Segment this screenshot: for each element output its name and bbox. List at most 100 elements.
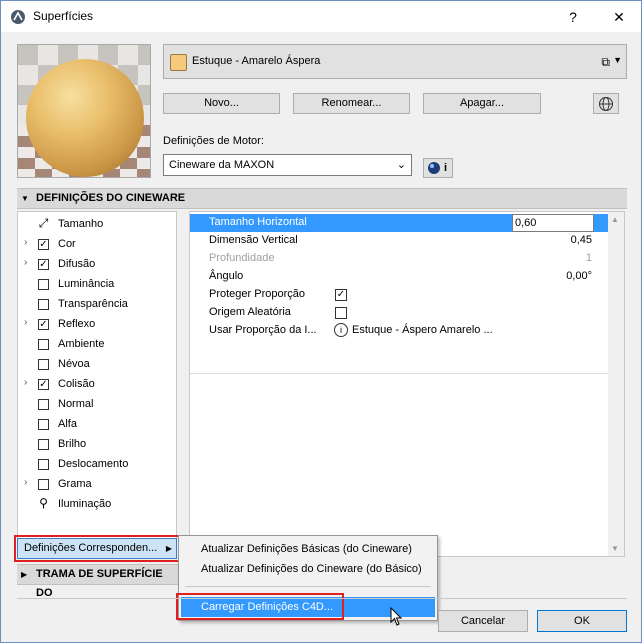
- surface-search-icon[interactable]: ⧉: [601, 55, 610, 70]
- title-bar: Superfícies ? ✕: [1, 1, 641, 32]
- channel-item[interactable]: › Grama: [18, 474, 176, 494]
- prop-label: Tamanho Horizontal: [209, 216, 307, 228]
- channel-checkbox[interactable]: [38, 299, 49, 310]
- channel-checkbox[interactable]: [38, 419, 49, 430]
- close-button[interactable]: ✕: [599, 4, 639, 30]
- channel-item[interactable]: Névoa: [18, 354, 176, 374]
- prop-value[interactable]: 0,00°: [566, 270, 592, 282]
- channel-label: Brilho: [58, 438, 87, 450]
- channel-checkbox[interactable]: [38, 439, 49, 450]
- channel-checkbox[interactable]: [38, 339, 49, 350]
- channel-checkbox[interactable]: [38, 479, 49, 490]
- channel-label: Deslocamento: [58, 458, 129, 470]
- channel-item[interactable]: › ✓ Difusão: [18, 254, 176, 274]
- properties-panel: Tamanho Horizontal 0,60 Dimensão Vertica…: [189, 211, 625, 557]
- help-button[interactable]: ?: [553, 4, 593, 30]
- prop-row-use-ratio[interactable]: Usar Proporção da I... i Estuque - Ásper…: [190, 322, 610, 340]
- delete-button[interactable]: Apagar...: [423, 93, 541, 114]
- engine-info-button[interactable]: i: [423, 158, 453, 178]
- channel-item[interactable]: Ambiente: [18, 334, 176, 354]
- size-icon: ⤢: [38, 216, 49, 230]
- menu-divider: [185, 586, 431, 587]
- random-origin-checkbox[interactable]: [335, 307, 347, 319]
- channel-label: Iluminação: [58, 498, 112, 510]
- window-title: Superfícies: [33, 9, 94, 23]
- surfaces-dialog: Superfícies ? ✕ Estuque - Amarelo Áspera…: [0, 0, 642, 643]
- menu-item-update-cineware[interactable]: Atualizar Definições do Cineware (do Bás…: [181, 559, 435, 579]
- info-label: i: [444, 162, 448, 174]
- channel-label: Normal: [58, 398, 94, 410]
- chevron-right-icon[interactable]: ›: [24, 477, 27, 488]
- channel-label: Luminância: [58, 278, 115, 290]
- chevron-down-icon[interactable]: ▼: [613, 55, 622, 65]
- prop-row-random-origin[interactable]: Origem Aleatória: [190, 304, 610, 322]
- channel-item[interactable]: Brilho: [18, 434, 176, 454]
- channel-item[interactable]: ⤢ Tamanho: [18, 214, 176, 234]
- engine-dropdown[interactable]: Cineware da MAXON ⌄: [163, 154, 412, 176]
- channel-checkbox[interactable]: ✓: [38, 239, 49, 250]
- prop-row-horizontal-size[interactable]: Tamanho Horizontal 0,60: [190, 214, 610, 232]
- channel-item[interactable]: Luminância: [18, 274, 176, 294]
- cancel-button[interactable]: Cancelar: [438, 610, 528, 632]
- engine-value: Cineware da MAXON: [169, 159, 275, 171]
- scroll-down-icon[interactable]: ▼: [611, 544, 619, 553]
- channel-label: Ambiente: [58, 338, 105, 350]
- archicad-icon: [11, 10, 25, 24]
- chevron-right-icon[interactable]: ›: [24, 237, 27, 248]
- material-preview: [17, 44, 151, 178]
- channel-checkbox[interactable]: [38, 459, 49, 470]
- prop-value[interactable]: 0,45: [571, 234, 592, 246]
- channel-item[interactable]: › ✓ Reflexo: [18, 314, 176, 334]
- channel-item[interactable]: › ✓ Colisão: [18, 374, 176, 394]
- prop-label: Usar Proporção da I...: [209, 324, 317, 336]
- prop-row-vertical-size[interactable]: Dimensão Vertical 0,45: [190, 232, 610, 250]
- channel-item[interactable]: Deslocamento: [18, 454, 176, 474]
- scrollbar[interactable]: ▲ ▼: [608, 212, 624, 556]
- mouse-cursor-icon: [390, 607, 403, 626]
- prop-value[interactable]: Estuque - Áspero Amarelo ...: [352, 324, 493, 336]
- preview-sphere: [26, 59, 144, 177]
- cinema4d-icon: [428, 162, 440, 174]
- footer-divider: [17, 598, 627, 599]
- channel-item[interactable]: ⚲ Iluminação: [18, 494, 176, 514]
- prop-row-depth: Profundidade 1: [190, 250, 610, 268]
- channel-label: Difusão: [58, 258, 96, 270]
- scroll-up-icon[interactable]: ▲: [611, 215, 619, 224]
- channel-checkbox[interactable]: ✓: [38, 259, 49, 270]
- chevron-right-icon[interactable]: ›: [24, 317, 27, 328]
- horizontal-size-input[interactable]: 0,60: [512, 214, 594, 232]
- channel-item[interactable]: › ✓ Cor: [18, 234, 176, 254]
- cineware-section-title: DEFINIÇÕES DO CINEWARE: [36, 192, 186, 204]
- channel-checkbox[interactable]: [38, 399, 49, 410]
- cineware-section-header[interactable]: ▼ DEFINIÇÕES DO CINEWARE: [17, 188, 627, 209]
- channel-item[interactable]: Normal: [18, 394, 176, 414]
- highlight-outline: [14, 535, 180, 562]
- keep-ratio-checkbox[interactable]: ✓: [335, 289, 347, 301]
- texture-section-header[interactable]: ▶ TRAMA DE SUPERFÍCIE DO: [17, 564, 179, 599]
- channel-checkbox[interactable]: [38, 279, 49, 290]
- menu-item-update-basic[interactable]: Atualizar Definições Básicas (do Cinewar…: [181, 539, 435, 559]
- channel-label: Grama: [58, 478, 92, 490]
- surface-name: Estuque - Amarelo Áspera: [192, 55, 321, 67]
- prop-row-angle[interactable]: Ângulo 0,00°: [190, 268, 610, 286]
- chevron-down-icon: ⌄: [396, 159, 406, 171]
- surface-selector[interactable]: Estuque - Amarelo Áspera ⧉ ▼: [163, 44, 627, 79]
- prop-label: Origem Aleatória: [209, 306, 291, 318]
- chevron-right-icon[interactable]: ›: [24, 257, 27, 268]
- channel-list: ⤢ Tamanho › ✓ Cor › ✓ Difusão Luminância Transpar…: [17, 211, 177, 557]
- globe-button[interactable]: [593, 93, 619, 114]
- divider: [190, 373, 610, 374]
- channel-checkbox[interactable]: ✓: [38, 319, 49, 330]
- channel-checkbox[interactable]: ✓: [38, 379, 49, 390]
- channel-checkbox[interactable]: [38, 359, 49, 370]
- channel-label: Cor: [58, 238, 76, 250]
- expand-icon: ▶: [21, 570, 28, 579]
- ok-button[interactable]: OK: [537, 610, 627, 632]
- channel-item[interactable]: Transparência: [18, 294, 176, 314]
- new-button[interactable]: Novo...: [163, 93, 280, 114]
- prop-row-keep-ratio[interactable]: Proteger Proporção ✓: [190, 286, 610, 304]
- rename-button[interactable]: Renomear...: [293, 93, 410, 114]
- chevron-right-icon[interactable]: ›: [24, 377, 27, 388]
- globe-icon: [599, 97, 613, 111]
- channel-item[interactable]: Alfa: [18, 414, 176, 434]
